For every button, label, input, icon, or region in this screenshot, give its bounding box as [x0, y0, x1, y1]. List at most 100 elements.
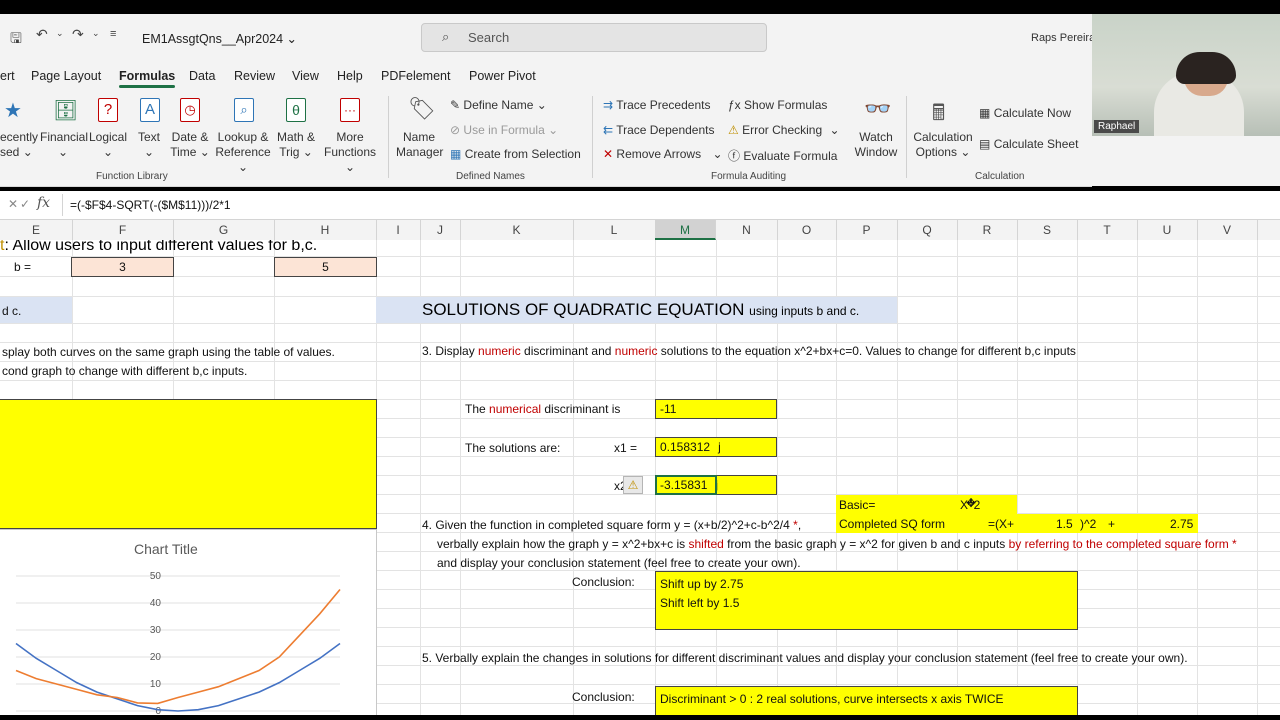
- column-header-o[interactable]: O: [777, 220, 837, 240]
- tab-page-layout[interactable]: Page Layout: [31, 69, 101, 83]
- undo-dropdown-icon[interactable]: ⌄: [56, 28, 64, 39]
- ribbon-separator: [592, 96, 593, 178]
- more-functions-button[interactable]: ··· More Functions ⌄: [318, 90, 382, 174]
- name-manager-button[interactable]: 🏷 Name Manager: [396, 90, 443, 168]
- column-header-k[interactable]: K: [460, 220, 574, 240]
- customize-toolbar-icon[interactable]: ≡: [110, 28, 116, 40]
- calculate-now-button[interactable]: ▦ Calculate Now: [979, 106, 1071, 120]
- column-header-m[interactable]: M: [655, 220, 716, 240]
- fx-icon[interactable]: fx: [37, 195, 50, 211]
- b-input-cell[interactable]: 3: [71, 257, 174, 277]
- column-header-p[interactable]: P: [836, 220, 898, 240]
- x1-cell[interactable]: 0.158312 j: [655, 437, 777, 457]
- search-box[interactable]: ⌕ Search: [421, 23, 767, 52]
- trace-dependents-icon: ⇇: [603, 123, 614, 137]
- column-header-h[interactable]: H: [274, 220, 377, 240]
- logical-button[interactable]: ? Logical ⌄: [88, 90, 128, 168]
- group-defined-names: Defined Names: [456, 171, 525, 182]
- calculation-options-button[interactable]: 🖩 Calculation Options ⌄: [912, 90, 974, 168]
- question-icon: ?: [98, 98, 118, 122]
- lookup-reference-button[interactable]: ⌕ Lookup & Reference ⌄: [212, 90, 274, 174]
- column-header-r[interactable]: R: [957, 220, 1018, 240]
- column-header-f[interactable]: F: [72, 220, 174, 240]
- column-header-q[interactable]: Q: [897, 220, 958, 240]
- ribbon: ★ ecently sed ⌄ 🗄 Financial ⌄ ? Logical ⌄ A…: [0, 90, 1092, 187]
- math-trig-button[interactable]: θ Math & Trig ⌄: [276, 90, 316, 168]
- error-checking-button[interactable]: ⚠ Error Checking ⌄: [728, 123, 840, 137]
- screen-bottom-edge: [0, 715, 1280, 720]
- chart-series-line-1: [15, 642, 341, 712]
- text-button[interactable]: A Text ⌄: [132, 90, 166, 168]
- financial-button[interactable]: 🗄 Financial ⌄: [40, 90, 88, 168]
- ribbon-right-area: [1092, 136, 1280, 186]
- create-from-selection-button[interactable]: ▦ Create from Selection: [450, 147, 581, 161]
- column-header-u[interactable]: U: [1137, 220, 1198, 240]
- formula-input[interactable]: =(-$F$4-SQRT(-($M$11)))/2*1: [70, 198, 231, 212]
- worksheet-grid[interactable]: t: Allow users to input different values…: [0, 240, 1280, 715]
- b-label: b =: [14, 260, 32, 274]
- undo-icon[interactable]: ↶: [36, 26, 48, 43]
- user-name[interactable]: Raps Pereira: [1031, 32, 1095, 44]
- cancel-icon[interactable]: ✕: [8, 197, 18, 211]
- chart-container[interactable]: Chart Title 0 10 20 30 40 50: [0, 529, 377, 715]
- theta-icon: θ: [286, 98, 306, 122]
- active-cell-selection[interactable]: [655, 475, 717, 495]
- tab-data[interactable]: Data: [189, 69, 215, 83]
- use-in-formula-button[interactable]: ⊘ Use in Formula ⌄: [450, 123, 558, 137]
- redo-icon[interactable]: ↷: [72, 26, 84, 43]
- conclusion-box-2[interactable]: Discriminant > 0 : 2 real solutions, cur…: [655, 686, 1078, 715]
- column-header-t[interactable]: T: [1077, 220, 1138, 240]
- enter-icon[interactable]: ✓: [20, 197, 30, 211]
- column-header-j[interactable]: J: [420, 220, 461, 240]
- error-checking-icon: ⚠: [728, 123, 739, 137]
- solutions-label: The solutions are:: [465, 441, 561, 455]
- redo-dropdown-icon[interactable]: ⌄: [92, 28, 100, 39]
- csq-part-3: )^2: [1080, 517, 1097, 531]
- remove-arrows-button[interactable]: ✕ Remove Arrows ⌄: [603, 147, 723, 161]
- error-warning-icon[interactable]: ⚠: [623, 476, 643, 494]
- conclusion-label: Conclusion:: [572, 575, 635, 589]
- tab-review[interactable]: Review: [234, 69, 275, 83]
- column-header-v[interactable]: V: [1197, 220, 1258, 240]
- tab-pdfelement[interactable]: PDFelement: [381, 69, 450, 83]
- webcam-overlay: Raphael: [1092, 14, 1280, 136]
- column-header-g[interactable]: G: [173, 220, 275, 240]
- q4-line-1: 4. Given the function in completed squar…: [422, 518, 802, 532]
- tab-view[interactable]: View: [292, 69, 319, 83]
- evaluate-formula-button[interactable]: ⓕ Evaluate Formula: [728, 147, 837, 164]
- c-input-cell[interactable]: 5: [274, 257, 377, 277]
- trace-dependents-button[interactable]: ⇇ Trace Dependents: [603, 123, 714, 137]
- tab-formulas[interactable]: Formulas: [119, 69, 176, 88]
- save-icon[interactable]: 🖫: [10, 28, 22, 52]
- yellow-answer-area-left[interactable]: [0, 399, 377, 529]
- conclusion-box-1[interactable]: Shift up by 2.75 Shift left by 1.5: [655, 571, 1078, 630]
- column-header-e[interactable]: E: [0, 220, 73, 240]
- evaluate-formula-icon: ⓕ: [728, 149, 741, 163]
- trace-precedents-button[interactable]: ⇉ Trace Precedents: [603, 98, 710, 112]
- tab-power-pivot[interactable]: Power Pivot: [469, 69, 536, 83]
- left-band-text: d c.: [2, 304, 22, 318]
- person-hair: [1176, 52, 1236, 84]
- clock-icon: ◷: [180, 98, 200, 122]
- recently-used-button[interactable]: ★ ecently sed ⌄: [0, 90, 38, 168]
- chart-plot: 01020304050: [15, 571, 341, 715]
- tab-help[interactable]: Help: [337, 69, 363, 83]
- column-headers: E F G H I J K L M N O P Q R S T U V: [0, 220, 1280, 241]
- file-name[interactable]: EM1AssgtQns__Apr2024 ⌄: [142, 31, 297, 46]
- column-header-l[interactable]: L: [573, 220, 656, 240]
- tab-insert[interactable]: ert: [0, 69, 15, 83]
- calculate-sheet-button[interactable]: ▤ Calculate Sheet: [979, 137, 1078, 151]
- watch-window-button[interactable]: 👓 Watch Window: [852, 90, 900, 168]
- date-time-button[interactable]: ◷ Date & Time ⌄: [168, 90, 212, 168]
- column-header-i[interactable]: I: [376, 220, 421, 240]
- csq-part-1: =(X+: [988, 517, 1015, 531]
- show-formulas-button[interactable]: ƒx Show Formulas: [728, 98, 827, 112]
- more-dots-icon: ···: [340, 98, 360, 122]
- search-icon: ⌕: [442, 29, 450, 44]
- chart-series-line-2: [15, 588, 341, 705]
- discriminant-cell[interactable]: -11: [655, 399, 777, 419]
- column-header-s[interactable]: S: [1017, 220, 1078, 240]
- column-header-n[interactable]: N: [716, 220, 778, 240]
- define-name-button[interactable]: ✎ Define Name ⌄: [450, 98, 547, 112]
- conclusion-label-2: Conclusion:: [572, 690, 635, 704]
